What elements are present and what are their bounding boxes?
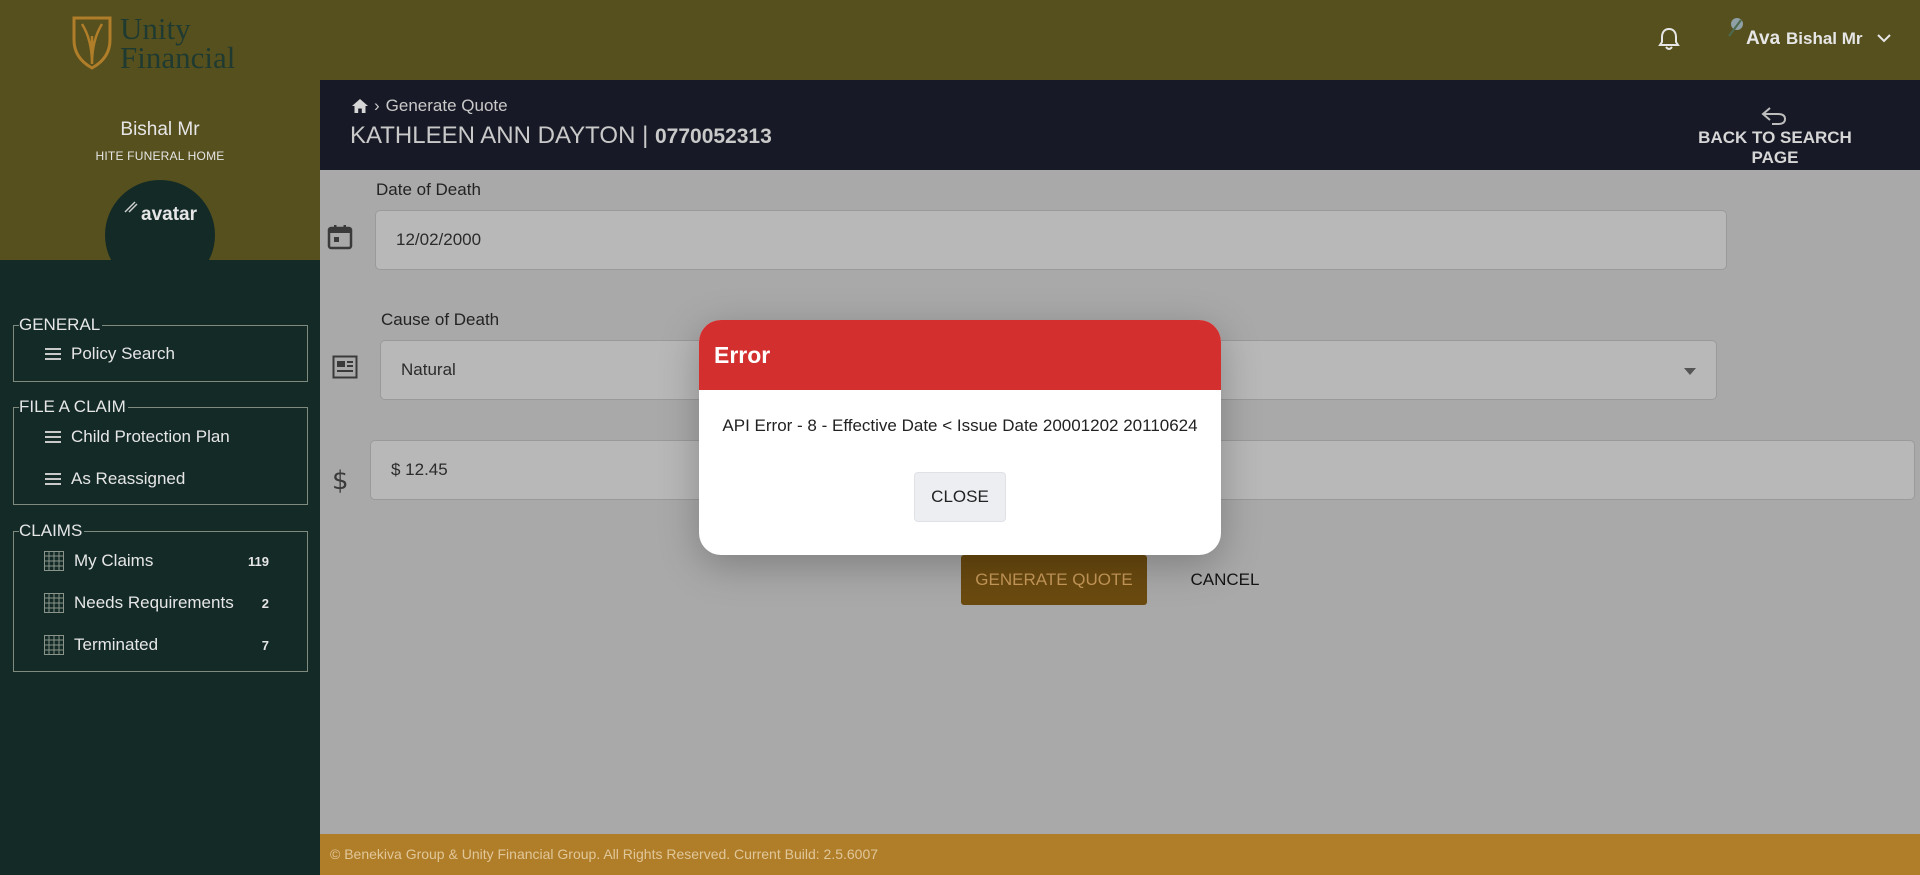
breadcrumb: › Generate Quote [352,96,508,116]
avatar-alt-text: Ava [1746,28,1780,49]
close-button[interactable]: CLOSE [914,472,1006,522]
count-badge: 119 [248,553,269,569]
page-title: KATHLEEN ANN DAYTON | 0770052313 [350,122,772,150]
error-message: API Error - 8 - Effective Date < Issue D… [722,416,1198,435]
generate-quote-button[interactable]: GENERATE QUOTE [961,555,1147,605]
table-icon [44,635,64,655]
logo-text: Unity Financial [120,11,236,75]
chevron-down-icon[interactable] [1876,33,1892,43]
sidebar-item-label: Terminated [74,635,159,654]
sidebar-item-label: Child Protection Plan [71,427,230,446]
sidebar-user-organization: HITE FUNERAL HOME [95,149,225,163]
sidebar-user-name: Bishal Mr [120,119,200,140]
footer: © Benekiva Group & Unity Financial Group… [320,834,1920,875]
back-arrow-icon [1761,107,1787,125]
breadcrumb-current: Generate Quote [385,96,508,115]
top-user-avatar[interactable]: Ava [1724,16,1780,56]
sidebar-item-label: As Reassigned [71,469,186,488]
back-to-search-label: BACK TO SEARCH PAGE [1698,128,1852,167]
top-user-name[interactable]: Bishal Mr [1786,29,1863,49]
table-icon [44,593,64,613]
broken-image-icon [1728,18,1743,37]
error-dialog-header: Error [699,320,1221,390]
avatar-alt-text: avatar [141,204,197,225]
nav-group-title: FILE A CLAIM [19,397,128,416]
sidebar-item-needs-requirements[interactable]: Needs Requirements 2 [14,582,307,624]
error-dialog: Error API Error - 8 - Effective Date < I… [699,320,1221,555]
table-icon [44,551,64,571]
title-separator: | [642,122,649,149]
date-of-death-field[interactable]: 12/02/2000 [375,210,1727,270]
error-dialog-title: Error [714,342,771,368]
document-icon [332,355,358,379]
list-icon [45,431,61,443]
list-icon [45,473,61,485]
cause-of-death-label: Cause of Death [381,310,500,329]
sidebar: Unity Financial Bishal Mr HITE FUNERAL H… [0,0,320,875]
calendar-icon[interactable] [327,224,353,250]
sidebar-item-my-claims[interactable]: My Claims 119 [14,540,307,582]
back-to-search-button[interactable]: BACK TO SEARCH PAGE [1680,102,1870,167]
sidebar-item-label: Policy Search [71,344,175,363]
chevron-right-icon: › [374,96,380,115]
list-icon [45,348,61,360]
notification-bell-icon[interactable] [1658,27,1680,51]
count-badge: 7 [261,637,269,653]
broken-image-icon [124,201,138,213]
logo-mark-icon [72,16,112,70]
sidebar-item-label: Needs Requirements [74,593,234,612]
dropdown-arrow-icon [1684,368,1696,375]
nav-group-file-a-claim: FILE A CLAIM Child Protection Plan As Re… [13,398,308,505]
sidebar-item-terminated[interactable]: Terminated 7 [14,624,307,666]
amount-value: $ 12.45 [391,460,448,479]
avatar[interactable]: avatar [105,180,215,290]
date-of-death-label: Date of Death [376,180,481,199]
date-of-death-value: 12/02/2000 [396,230,482,249]
copyright-text: © Benekiva Group & Unity Financial Group… [330,846,879,862]
home-icon[interactable] [352,99,368,113]
nav-group-title: CLAIMS [19,521,85,540]
cancel-button[interactable]: CANCEL [1170,555,1280,605]
nav-group-general: GENERAL Policy Search [13,316,308,382]
policy-number: 0770052313 [654,125,772,148]
count-badge: 2 [261,595,269,611]
dollar-icon: $ [332,466,349,496]
sidebar-item-label: My Claims [74,551,154,570]
cause-of-death-value: Natural [401,360,456,379]
sidebar-item-as-reassigned[interactable]: As Reassigned [14,458,307,500]
nav-group-title: GENERAL [19,315,103,334]
claimant-name: KATHLEEN ANN DAYTON [350,122,636,149]
nav-group-claims: CLAIMS My Claims 119 Needs Requirements … [13,522,308,672]
unity-financial-logo[interactable]: Unity Financial [70,11,260,75]
sidebar-item-policy-search[interactable]: Policy Search [14,333,307,375]
top-bar [320,0,1920,80]
sidebar-item-child-protection-plan[interactable]: Child Protection Plan [14,416,307,458]
page-header: › Generate Quote KATHLEEN ANN DAYTON | 0… [320,80,1920,170]
